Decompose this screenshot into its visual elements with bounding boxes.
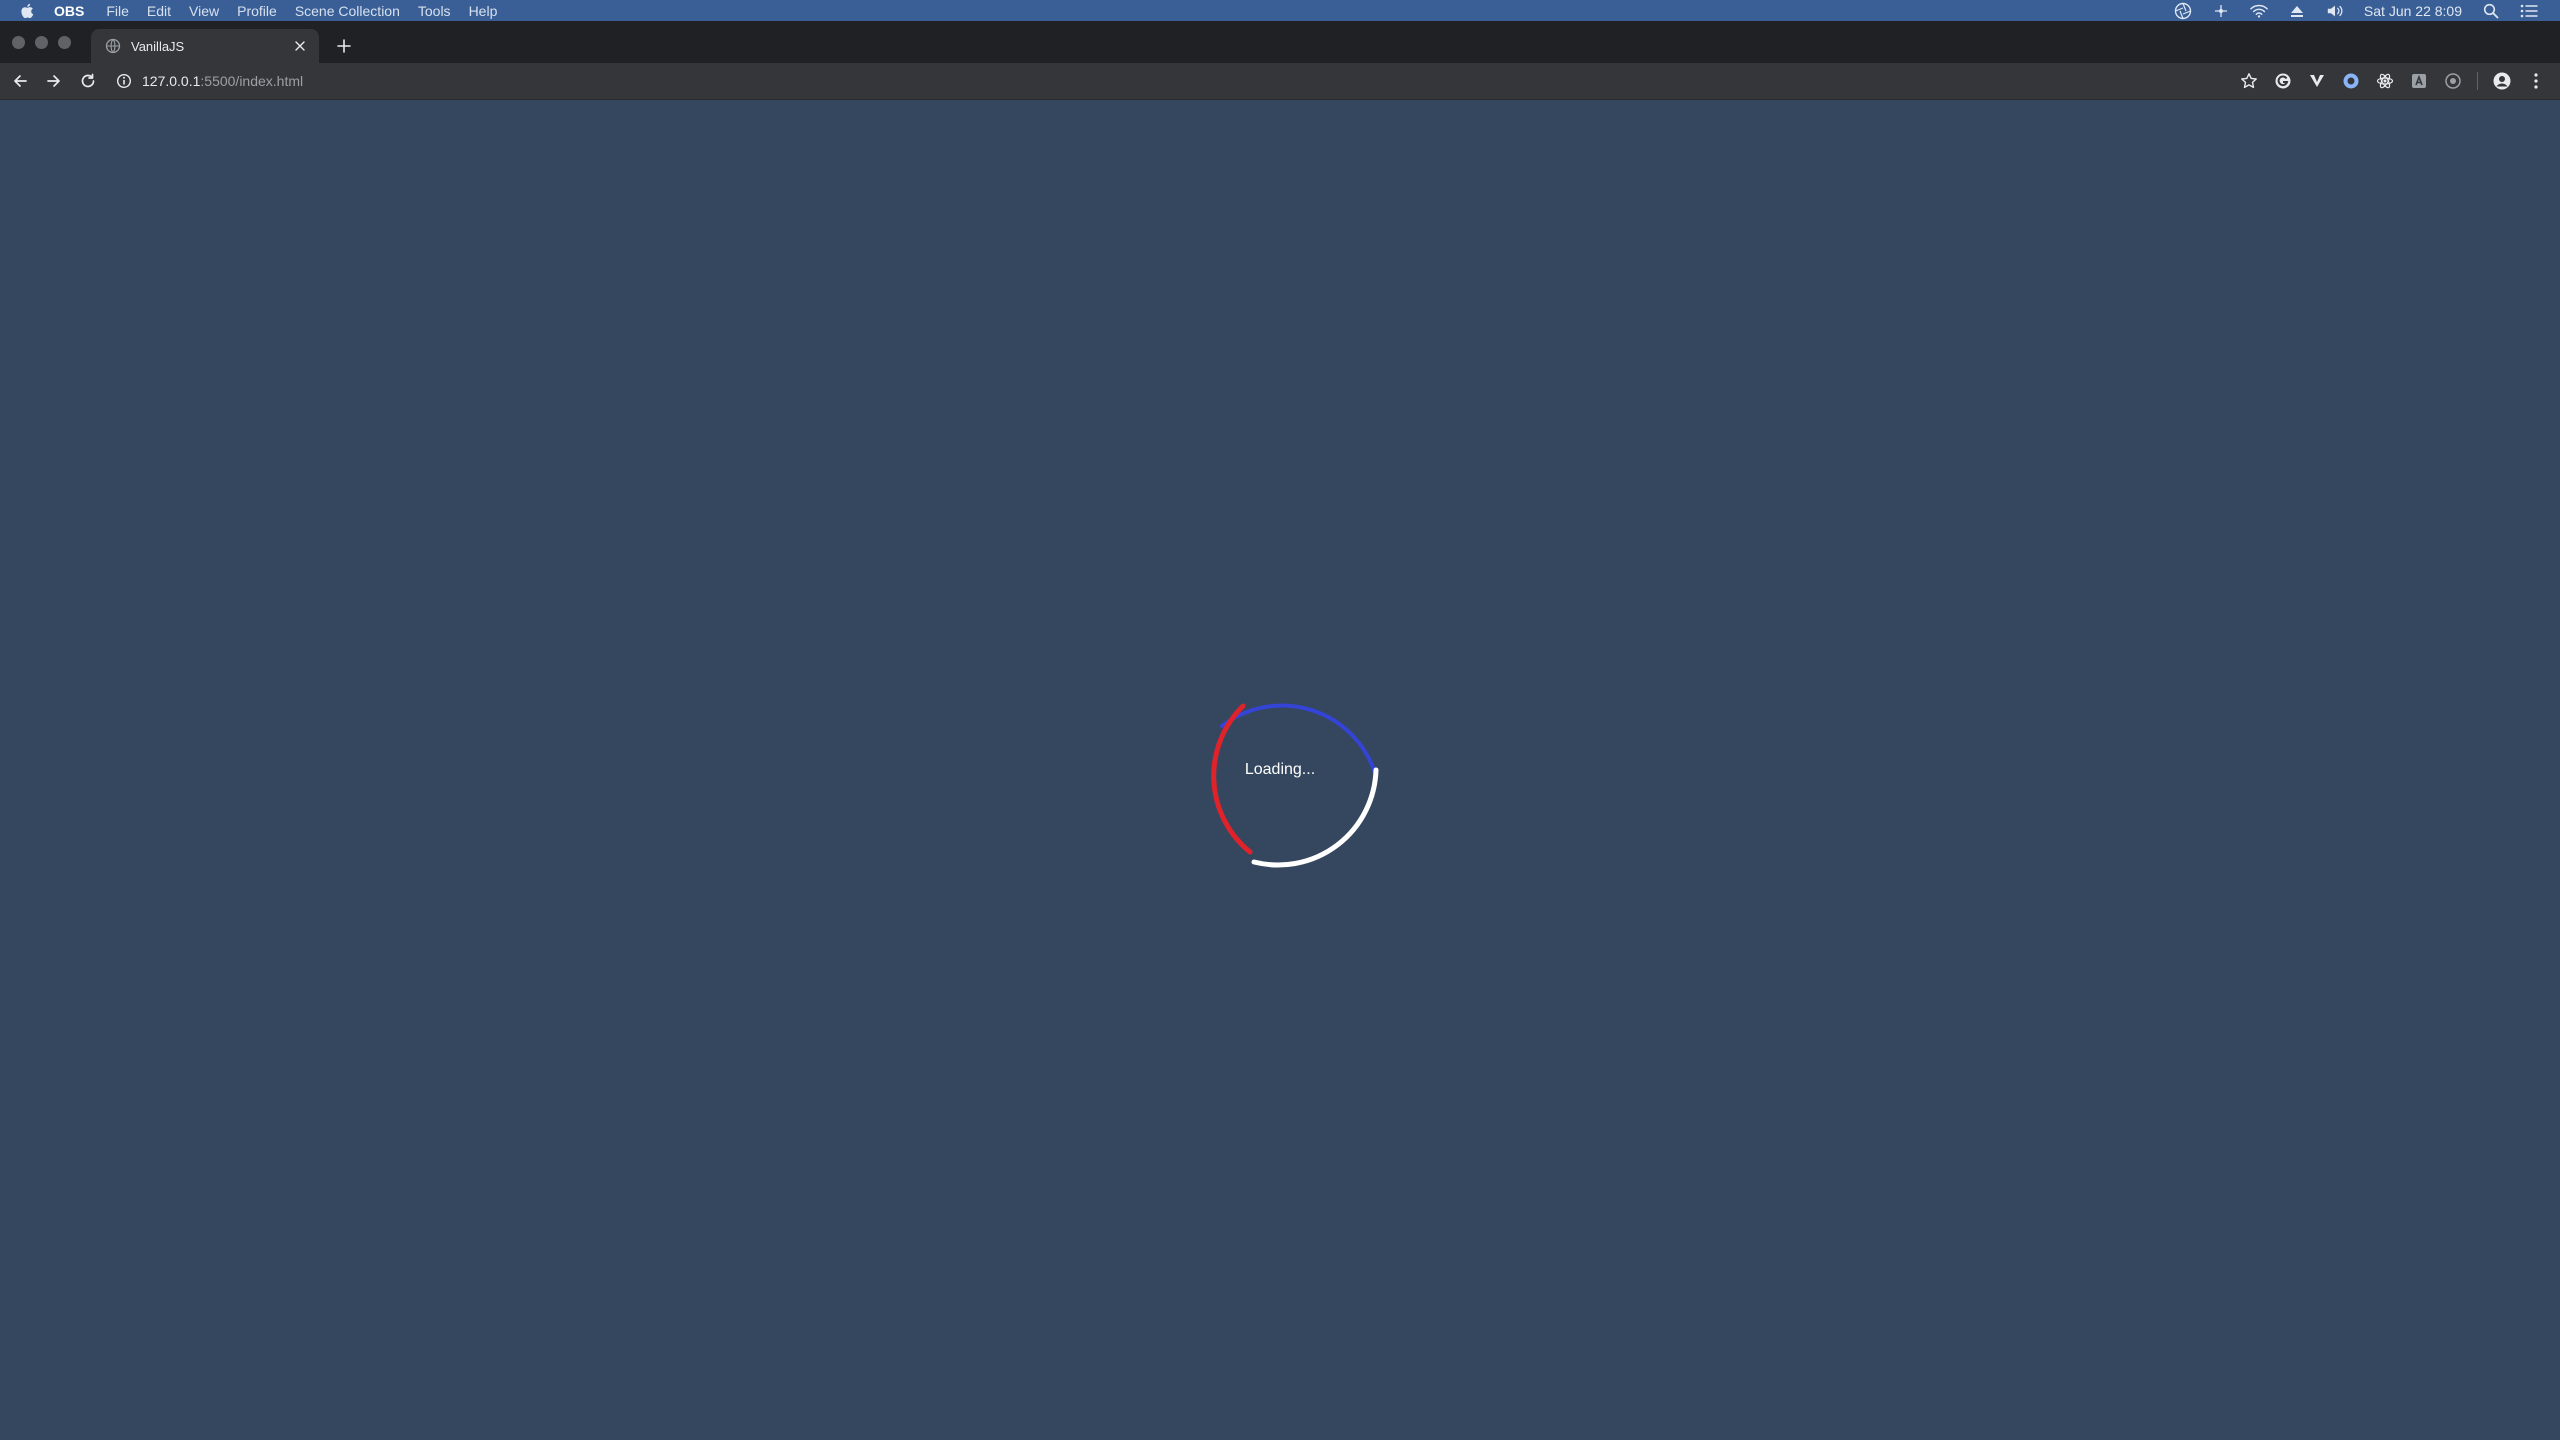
toolbar-icons	[2239, 71, 2546, 91]
back-arrow-icon[interactable]	[6, 67, 34, 95]
new-tab-icon[interactable]	[329, 31, 359, 61]
app-name[interactable]: OBS	[54, 3, 84, 19]
forward-arrow-icon[interactable]	[40, 67, 68, 95]
close-window-button[interactable]	[12, 35, 25, 49]
menu-tools[interactable]: Tools	[418, 3, 451, 19]
eject-icon[interactable]	[2288, 2, 2306, 20]
loading-text: Loading...	[1244, 761, 1316, 778]
profile-avatar-icon[interactable]	[2492, 71, 2512, 91]
menu-profile[interactable]: Profile	[237, 3, 277, 19]
menubar-clock[interactable]: Sat Jun 22 8:09	[2364, 3, 2462, 19]
maximize-window-button[interactable]	[58, 35, 71, 49]
apple-icon[interactable]	[20, 3, 40, 19]
tab-title: VanillaJS	[131, 38, 185, 54]
extension-a-icon[interactable]	[2409, 71, 2429, 91]
site-info-icon[interactable]	[116, 72, 134, 90]
spotlight-search-icon[interactable]	[2482, 2, 2500, 20]
minimize-window-button[interactable]	[35, 35, 48, 49]
menu-scene-collection[interactable]: Scene Collection	[295, 3, 400, 19]
url-host: 127.0.0.1	[142, 73, 201, 89]
close-tab-icon[interactable]	[291, 37, 309, 55]
extension-g-icon[interactable]	[2273, 71, 2293, 91]
window-controls	[12, 35, 71, 49]
address-bar[interactable]: 127.0.0.1:5500/index.html	[116, 67, 2225, 95]
aperture-icon[interactable]	[2174, 2, 2192, 20]
menu-help[interactable]: Help	[469, 3, 498, 19]
tab-vanillajs[interactable]: VanillaJS	[91, 29, 319, 63]
extension-shield-icon[interactable]	[2341, 71, 2361, 91]
volume-icon[interactable]	[2326, 2, 2344, 20]
bookmark-star-icon[interactable]	[2239, 71, 2259, 91]
page-viewport: Loading...	[0, 101, 2560, 1440]
split-icon[interactable]	[2212, 2, 2230, 20]
extension-react-icon[interactable]	[2375, 71, 2395, 91]
reload-icon[interactable]	[74, 67, 102, 95]
menu-bar: OBS File Edit View Profile Scene Collect…	[0, 0, 2560, 21]
menu-view[interactable]: View	[189, 3, 219, 19]
notification-center-icon[interactable]	[2520, 2, 2538, 20]
kebab-menu-icon[interactable]	[2526, 71, 2546, 91]
tab-strip: VanillaJS	[0, 21, 2560, 63]
toolbar-separator	[2477, 72, 2478, 90]
wifi-icon[interactable]	[2250, 2, 2268, 20]
status-area: Sat Jun 22 8:09	[2174, 2, 2538, 20]
menu-file[interactable]: File	[106, 3, 129, 19]
globe-icon	[105, 38, 121, 54]
url-path: :5500/index.html	[200, 73, 304, 89]
extension-circle-icon[interactable]	[2443, 71, 2463, 91]
menu-edit[interactable]: Edit	[147, 3, 171, 19]
browser-toolbar: 127.0.0.1:5500/index.html	[0, 63, 2560, 100]
extension-v-icon[interactable]	[2307, 71, 2327, 91]
